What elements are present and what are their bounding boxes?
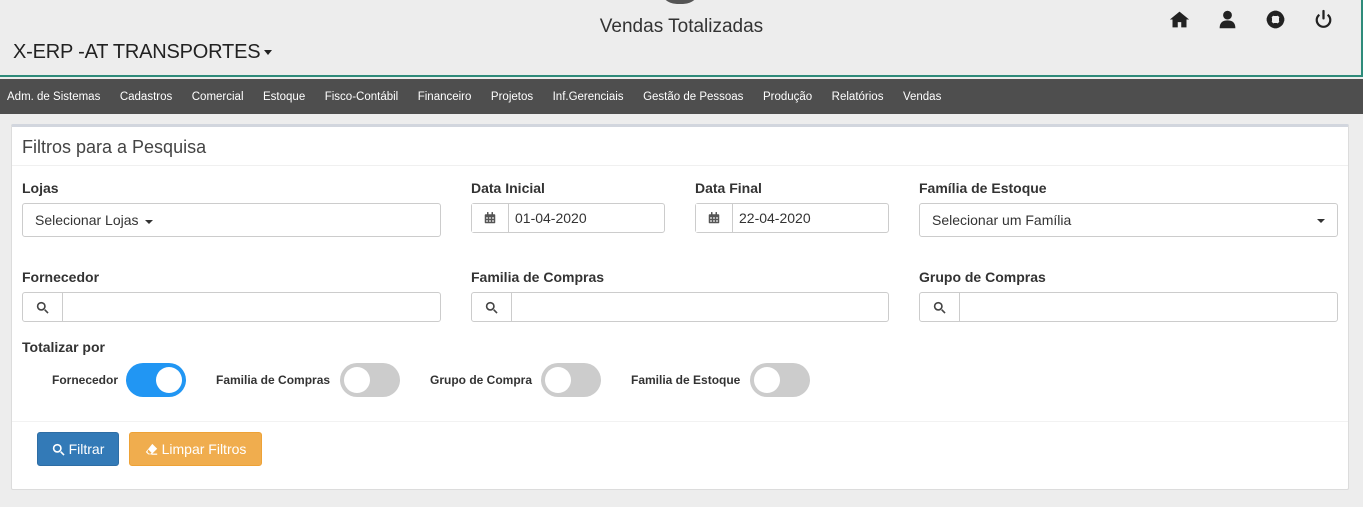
user-icon[interactable]	[1214, 8, 1240, 30]
toggle-fornecedor[interactable]	[126, 363, 186, 397]
search-icon[interactable]	[472, 293, 512, 321]
lojas-value: Selecionar Lojas	[35, 212, 139, 228]
filtrar-label: Filtrar	[68, 441, 105, 457]
grupo-compras-search[interactable]	[919, 292, 1338, 322]
data-inicial-field[interactable]: 01-04-2020	[471, 203, 665, 233]
menu-item-inf-gerenciais[interactable]: Inf.Gerenciais	[553, 91, 624, 103]
calendar-icon[interactable]	[696, 204, 733, 232]
menu-item-comercial[interactable]: Comercial	[192, 91, 244, 103]
lojas-label: Lojas	[22, 180, 59, 196]
header-icons	[1166, 8, 1358, 30]
search-icon[interactable]	[23, 293, 63, 321]
familia-compras-search[interactable]	[471, 292, 889, 322]
logo-icon	[659, 0, 701, 4]
menu-item-cadastros[interactable]: Cadastros	[120, 91, 172, 103]
familia-estoque-value: Selecionar um Família	[932, 212, 1072, 228]
limpar-filtros-button[interactable]: Limpar Filtros	[129, 432, 262, 466]
divider	[12, 421, 1348, 422]
data-final-value: 22-04-2020	[739, 210, 811, 226]
toggle-knob	[156, 367, 182, 393]
grupo-compras-label: Grupo de Compras	[919, 269, 1046, 285]
fornecedor-search[interactable]	[22, 292, 441, 322]
calendar-icon[interactable]	[472, 204, 509, 232]
main-menu: Adm. de Sistemas Cadastros Comercial Est…	[0, 79, 1363, 114]
divider	[12, 165, 1348, 166]
menu-item-estoque[interactable]: Estoque	[263, 91, 305, 103]
toggle-knob	[344, 367, 370, 393]
eraser-icon	[145, 443, 157, 455]
familia-estoque-select[interactable]: Selecionar um Família	[919, 203, 1338, 237]
company-name: X-ERP -AT TRANSPORTES	[13, 41, 261, 63]
caret-down-icon	[145, 220, 153, 224]
menu-item-financeiro[interactable]: Financeiro	[418, 91, 472, 103]
data-inicial-label: Data Inicial	[471, 180, 545, 196]
toggle-grupo-compra-label: Grupo de Compra	[430, 373, 533, 387]
toggle-familia-compras[interactable]	[340, 363, 400, 397]
menu-item-vendas[interactable]: Vendas	[903, 91, 941, 103]
toggle-grupo-compra[interactable]	[541, 363, 601, 397]
support-icon[interactable]	[1262, 8, 1288, 30]
filtrar-button[interactable]: Filtrar	[37, 432, 119, 466]
familia-estoque-label: Família de Estoque	[919, 180, 1047, 196]
toggle-familia-estoque-label: Familia de Estoque	[631, 373, 741, 387]
toggle-fornecedor-label: Fornecedor	[52, 373, 119, 387]
panel-title: Filtros para a Pesquisa	[22, 137, 207, 157]
menu-item-adm-sistemas[interactable]: Adm. de Sistemas	[7, 91, 100, 103]
data-final-field[interactable]: 22-04-2020	[695, 203, 889, 233]
menu-item-producao[interactable]: Produção	[763, 91, 812, 103]
home-icon[interactable]	[1166, 8, 1192, 30]
menu-item-fisco-contabil[interactable]: Fisco-Contábil	[325, 91, 399, 103]
search-icon[interactable]	[920, 293, 960, 321]
chevron-down-icon	[264, 50, 273, 56]
totalizar-label: Totalizar por	[22, 339, 105, 355]
menu-item-projetos[interactable]: Projetos	[491, 91, 533, 103]
familia-compras-label: Familia de Compras	[471, 269, 605, 285]
data-inicial-value: 01-04-2020	[515, 210, 587, 226]
app-header: Vendas Totalizadas X-ERP -AT TRANSPORTES	[0, 0, 1363, 77]
toggle-knob	[545, 367, 571, 393]
fornecedor-label: Fornecedor	[22, 269, 100, 285]
toggle-familia-compras-label: Familia de Compras	[216, 373, 331, 387]
page-title: Vendas Totalizadas	[599, 16, 764, 37]
caret-down-icon	[1317, 219, 1325, 223]
power-icon[interactable]	[1310, 8, 1336, 30]
data-final-label: Data Final	[695, 180, 762, 196]
filter-panel: Filtros para a Pesquisa Lojas Selecionar…	[11, 124, 1349, 490]
search-icon	[52, 443, 65, 456]
lojas-select[interactable]: Selecionar Lojas	[22, 203, 441, 237]
limpar-filtros-label: Limpar Filtros	[161, 441, 247, 457]
menu-item-gestao-pessoas[interactable]: Gestão de Pessoas	[643, 91, 743, 103]
company-selector[interactable]: X-ERP -AT TRANSPORTES	[13, 41, 273, 64]
toggle-knob	[754, 367, 780, 393]
toggle-familia-estoque[interactable]	[750, 363, 810, 397]
menu-item-relatorios[interactable]: Relatórios	[832, 91, 884, 103]
